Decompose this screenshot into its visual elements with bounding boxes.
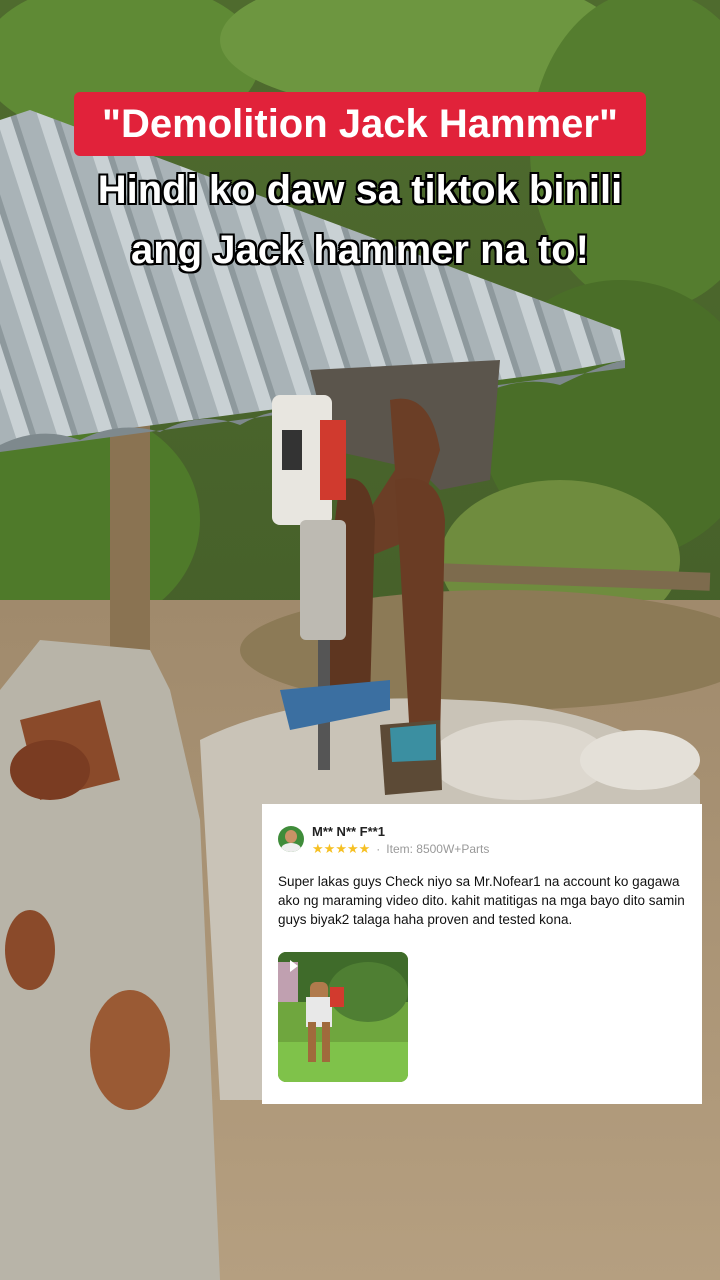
reviewer-name: M** N** F**1 bbox=[312, 824, 385, 839]
title-text: "Demolition Jack Hammer" bbox=[102, 101, 618, 146]
title-banner: "Demolition Jack Hammer" bbox=[74, 92, 646, 156]
star-icon: ★ bbox=[358, 841, 371, 856]
review-meta: ★ ★ ★ ★ ★ · Item: 8500W+Parts bbox=[312, 842, 490, 857]
caption-line-1: Hindi ko daw sa tiktok binili bbox=[97, 168, 623, 212]
review-video-thumbnail[interactable] bbox=[278, 952, 408, 1082]
caption-line-2: ang Jack hammer na to! bbox=[131, 228, 589, 272]
meta-separator: · bbox=[376, 842, 381, 856]
star-icon: ★ bbox=[346, 841, 359, 856]
item-variant: Item: 8500W+Parts bbox=[386, 842, 490, 856]
star-icon: ★ bbox=[323, 841, 336, 856]
star-icon: ★ bbox=[335, 841, 347, 856]
star-icon: ★ bbox=[312, 841, 324, 856]
avatar bbox=[278, 826, 304, 852]
review-card: M** N** F**1 ★ ★ ★ ★ ★ · Item: 8500W+Par… bbox=[262, 804, 702, 1104]
play-icon bbox=[290, 960, 298, 972]
review-header: M** N** F**1 ★ ★ ★ ★ ★ · Item: 8500W+Par… bbox=[278, 824, 686, 856]
star-rating: ★ ★ ★ ★ ★ bbox=[312, 842, 370, 856]
review-text: Super lakas guys Check niyo sa Mr.Nofear… bbox=[278, 874, 685, 927]
